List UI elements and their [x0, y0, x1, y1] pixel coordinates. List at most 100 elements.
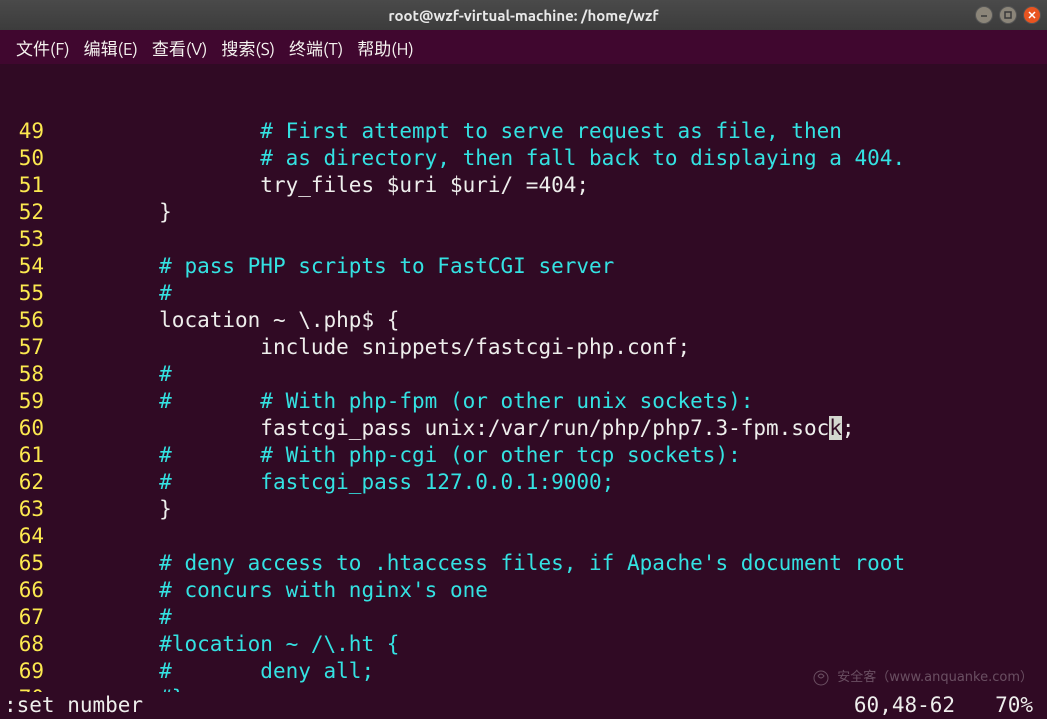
code-line: 58 # [0, 361, 1047, 388]
code-line: 62 # fastcgi_pass 127.0.0.1:9000; [0, 469, 1047, 496]
code-line: 63 } [0, 496, 1047, 523]
maximize-icon [1003, 10, 1013, 20]
code-line: 61 # # With php-cgi (or other tcp socket… [0, 442, 1047, 469]
comment-text: # [159, 362, 172, 386]
line-content: include snippets/fastcgi-php.conf; [58, 334, 690, 361]
comment-text: # # With php-cgi (or other tcp sockets): [159, 443, 741, 467]
line-number: 66 [0, 577, 58, 604]
close-icon [1027, 10, 1037, 20]
watermark-text: 安全客（www.anquanke.com） [837, 664, 1033, 691]
code-line: 56 location ~ \.php$ { [0, 307, 1047, 334]
menu-edit[interactable]: 编辑(E) [78, 31, 144, 64]
comment-text: # pass PHP scripts to FastCGI server [159, 254, 614, 278]
comment-text: # deny access to .htaccess files, if Apa… [159, 551, 905, 575]
line-number: 64 [0, 523, 58, 550]
line-number: 58 [0, 361, 58, 388]
code-text: } [159, 497, 172, 521]
code-line: 68 #location ~ /\.ht { [0, 631, 1047, 658]
code-line: 49 # First attempt to serve request as f… [0, 118, 1047, 145]
line-content: #location ~ /\.ht { [58, 631, 399, 658]
line-number: 55 [0, 280, 58, 307]
code-line: 55 # [0, 280, 1047, 307]
code-line: 65 # deny access to .htaccess files, if … [0, 550, 1047, 577]
line-content: # [58, 361, 172, 388]
window-title: root@wzf-virtual-machine: /home/wzf [388, 7, 658, 24]
code-text: fastcgi_pass unix:/var/run/php/php7.3-fp… [260, 416, 829, 440]
line-number: 68 [0, 631, 58, 658]
watermark: 安全客（www.anquanke.com） [813, 664, 1033, 691]
comment-text: # [159, 281, 172, 305]
line-content: location ~ \.php$ { [58, 307, 399, 334]
comment-text: # [159, 605, 172, 629]
menu-search[interactable]: 搜索(S) [215, 31, 281, 64]
watermark-icon [813, 670, 829, 686]
line-number: 49 [0, 118, 58, 145]
line-number: 53 [0, 226, 58, 253]
line-content: # deny all; [58, 658, 374, 685]
line-content: # # With php-cgi (or other tcp sockets): [58, 442, 741, 469]
code-text: ; [842, 416, 855, 440]
line-number: 57 [0, 334, 58, 361]
code-line: 50 # as directory, then fall back to dis… [0, 145, 1047, 172]
code-text: try_files $uri $uri/ =404; [260, 173, 589, 197]
code-line: 53 [0, 226, 1047, 253]
menu-terminal[interactable]: 终端(T) [283, 31, 349, 64]
line-content: # as directory, then fall back to displa… [58, 145, 905, 172]
line-number: 60 [0, 415, 58, 442]
line-content: # [58, 280, 172, 307]
line-content: # First attempt to serve request as file… [58, 118, 842, 145]
line-number: 65 [0, 550, 58, 577]
vim-scroll-percent: 70% [995, 692, 1033, 719]
line-number: 61 [0, 442, 58, 469]
maximize-button[interactable] [999, 6, 1017, 24]
close-button[interactable] [1023, 6, 1041, 24]
menu-help[interactable]: 帮助(H) [351, 31, 420, 64]
code-line: 57 include snippets/fastcgi-php.conf; [0, 334, 1047, 361]
terminal-editor[interactable]: 49 # First attempt to serve request as f… [0, 64, 1047, 719]
code-text: include snippets/fastcgi-php.conf; [260, 335, 690, 359]
comment-text: #location ~ /\.ht { [159, 632, 399, 656]
vim-command: :set number [4, 692, 143, 719]
minimize-icon [979, 10, 989, 20]
line-content: # pass PHP scripts to FastCGI server [58, 253, 614, 280]
comment-text: # First attempt to serve request as file… [260, 119, 842, 143]
comment-text: # as directory, then fall back to displa… [260, 146, 905, 170]
line-number: 69 [0, 658, 58, 685]
code-line: 51 try_files $uri $uri/ =404; [0, 172, 1047, 199]
code-text: location ~ \.php$ { [159, 308, 399, 332]
code-area[interactable]: 49 # First attempt to serve request as f… [0, 118, 1047, 719]
line-number: 50 [0, 145, 58, 172]
line-number: 51 [0, 172, 58, 199]
comment-text: # # With php-fpm (or other unix sockets)… [159, 389, 753, 413]
line-content: # # With php-fpm (or other unix sockets)… [58, 388, 753, 415]
code-line: 52 } [0, 199, 1047, 226]
minimize-button[interactable] [975, 6, 993, 24]
comment-text: # deny all; [159, 659, 374, 683]
line-content: } [58, 496, 172, 523]
code-line: 64 [0, 523, 1047, 550]
comment-text: # fastcgi_pass 127.0.0.1:9000; [159, 470, 614, 494]
line-number: 54 [0, 253, 58, 280]
line-number: 62 [0, 469, 58, 496]
line-content: # deny access to .htaccess files, if Apa… [58, 550, 905, 577]
line-content: fastcgi_pass unix:/var/run/php/php7.3-fp… [58, 415, 855, 442]
menubar: 文件(F) 编辑(E) 查看(V) 搜索(S) 终端(T) 帮助(H) [0, 30, 1047, 64]
menu-view[interactable]: 查看(V) [146, 31, 214, 64]
vim-cursor-position: 60,48-62 [854, 692, 955, 719]
code-line: 59 # # With php-fpm (or other unix socke… [0, 388, 1047, 415]
line-content: # fastcgi_pass 127.0.0.1:9000; [58, 469, 614, 496]
code-line: 66 # concurs with nginx's one [0, 577, 1047, 604]
line-number: 56 [0, 307, 58, 334]
code-line: 60 fastcgi_pass unix:/var/run/php/php7.3… [0, 415, 1047, 442]
line-content: } [58, 199, 172, 226]
line-number: 67 [0, 604, 58, 631]
code-line: 54 # pass PHP scripts to FastCGI server [0, 253, 1047, 280]
vim-statusbar: :set number 60,48-62 70% [0, 692, 1047, 719]
window-titlebar: root@wzf-virtual-machine: /home/wzf [0, 0, 1047, 30]
line-content: try_files $uri $uri/ =404; [58, 172, 589, 199]
line-number: 52 [0, 199, 58, 226]
window-controls [975, 6, 1041, 24]
menu-file[interactable]: 文件(F) [10, 31, 76, 64]
code-text: } [159, 200, 172, 224]
line-number: 59 [0, 388, 58, 415]
